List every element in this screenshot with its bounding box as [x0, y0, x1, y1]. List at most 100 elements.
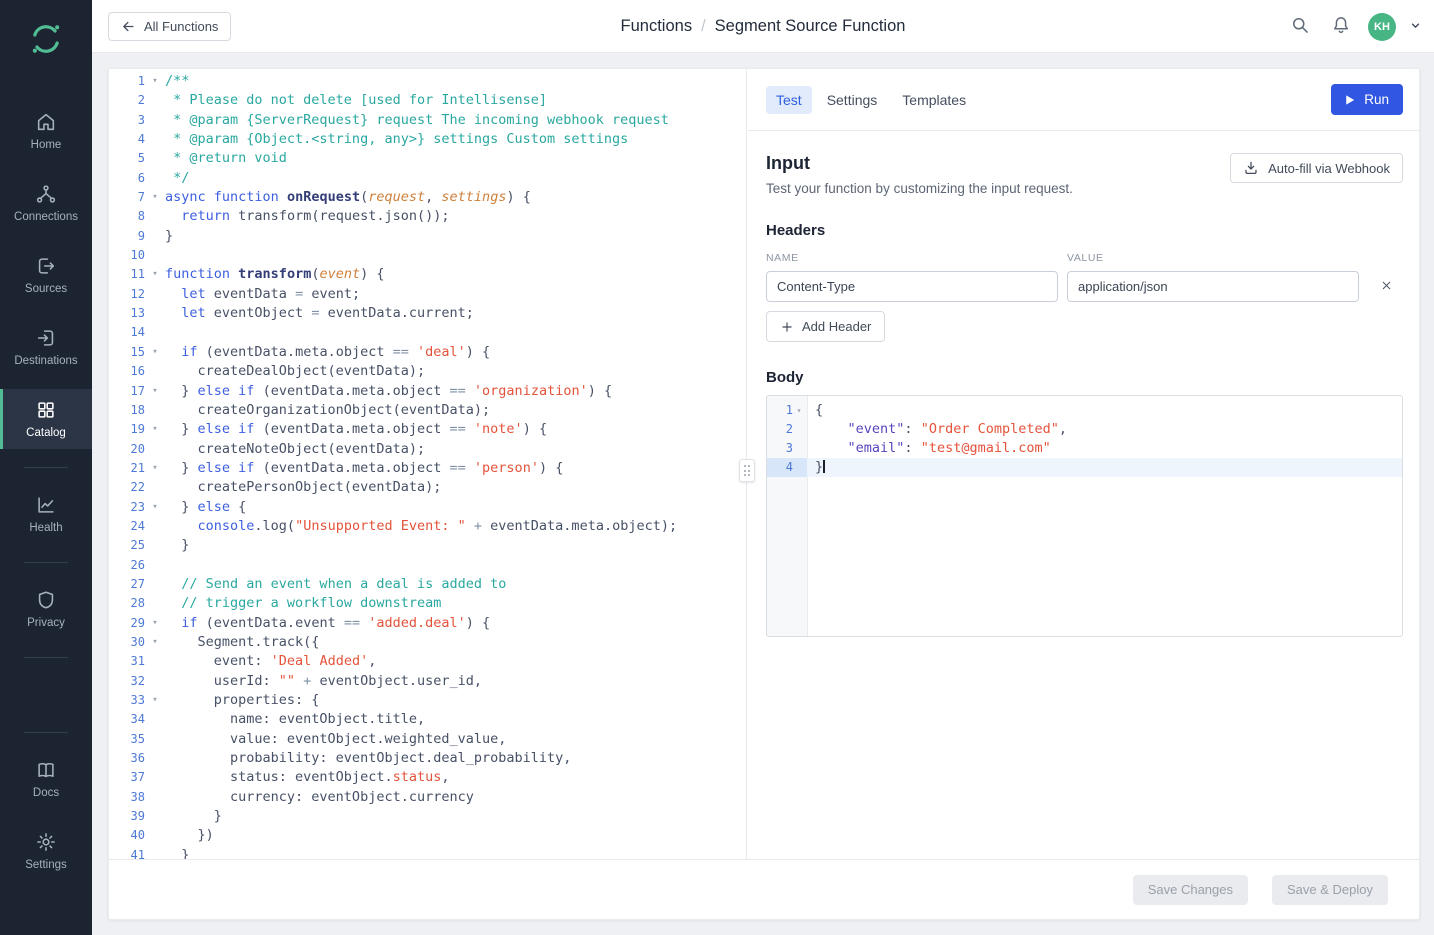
code-line[interactable]: 3 * @param {ServerRequest} request The i… — [109, 111, 746, 130]
header-value-input[interactable] — [1067, 271, 1359, 302]
code-line[interactable]: 29▾ if (eventData.event == 'added.deal')… — [109, 614, 746, 633]
fold-gutter — [145, 169, 165, 188]
code-line[interactable]: 11▾function transform(event) { — [109, 265, 746, 284]
pane-resize-handle[interactable] — [739, 459, 755, 482]
code-line[interactable]: 31 event: 'Deal Added', — [109, 652, 746, 671]
fold-toggle-icon[interactable]: ▾ — [145, 420, 165, 439]
sidebar-item-health[interactable]: Health — [0, 484, 92, 544]
code-line[interactable]: 23▾ } else { — [109, 498, 746, 517]
code-line[interactable]: 28 // trigger a workflow downstream — [109, 594, 746, 613]
breadcrumb-functions[interactable]: Functions — [621, 17, 693, 36]
tab-test[interactable]: Test — [766, 86, 812, 114]
line-number: 10 — [109, 246, 145, 265]
sidebar-item-settings[interactable]: Settings — [0, 821, 92, 881]
fold-toggle-icon[interactable]: ▾ — [145, 382, 165, 401]
fold-toggle-icon[interactable]: ▾ — [145, 72, 165, 91]
line-number: 18 — [109, 401, 145, 420]
save-deploy-button[interactable]: Save & Deploy — [1272, 875, 1388, 905]
fold-toggle-icon[interactable]: ▾ — [145, 265, 165, 284]
header-name-input[interactable] — [766, 271, 1058, 302]
privacy-icon — [35, 589, 57, 611]
code-line[interactable]: 8 return transform(request.json()); — [109, 207, 746, 226]
tab-settings[interactable]: Settings — [817, 86, 888, 114]
save-changes-button[interactable]: Save Changes — [1133, 875, 1248, 905]
line-number: 1 — [767, 401, 793, 420]
code-line[interactable]: 26 — [109, 556, 746, 575]
sidebar-item-docs[interactable]: Docs — [0, 749, 92, 809]
code-line[interactable]: 7▾async function onRequest(request, sett… — [109, 188, 746, 207]
save-bar: Save Changes Save & Deploy — [109, 859, 1419, 919]
code-editor[interactable]: 1▾/**2 * Please do not delete [used for … — [109, 69, 747, 861]
fold-toggle-icon[interactable]: ▾ — [145, 498, 165, 517]
sidebar-item-destinations[interactable]: Destinations — [0, 317, 92, 377]
code-line[interactable]: 37 status: eventObject.status, — [109, 768, 746, 787]
code-line[interactable]: 5 * @return void — [109, 149, 746, 168]
fold-toggle-icon[interactable]: ▾ — [145, 614, 165, 633]
user-menu-button[interactable] — [1409, 19, 1422, 35]
fold-gutter — [145, 401, 165, 420]
search-button[interactable] — [1286, 11, 1314, 42]
sidebar-item-sources[interactable]: Sources — [0, 245, 92, 305]
code-line[interactable]: 20 createNoteObject(eventData); — [109, 440, 746, 459]
code-line[interactable]: 12 let eventData = event; — [109, 285, 746, 304]
code-line[interactable]: 17▾ } else if (eventData.meta.object == … — [109, 382, 746, 401]
autofill-webhook-button[interactable]: Auto-fill via Webhook — [1230, 153, 1403, 183]
code-line[interactable]: 1▾/** — [109, 72, 746, 91]
body-line[interactable]: 3 "email": "test@gmail.com" — [767, 439, 1402, 458]
code-line[interactable]: 34 name: eventObject.title, — [109, 710, 746, 729]
code-line[interactable]: 14 — [109, 323, 746, 342]
code-line[interactable]: 38 currency: eventObject.currency — [109, 788, 746, 807]
code-line[interactable]: 36 probability: eventObject.deal_probabi… — [109, 749, 746, 768]
code-line[interactable]: 13 let eventObject = eventData.current; — [109, 304, 746, 323]
code-line[interactable]: 32 userId: "" + eventObject.user_id, — [109, 672, 746, 691]
body-line[interactable]: 1▾{ — [767, 401, 1402, 420]
line-number: 34 — [109, 710, 145, 729]
sidebar-item-home[interactable]: Home — [0, 101, 92, 161]
code-line[interactable]: 27 // Send an event when a deal is added… — [109, 575, 746, 594]
body-editor[interactable]: 1▾{2 "event": "Order Completed",3 "email… — [766, 395, 1403, 637]
code-line[interactable]: 22 createPersonObject(eventData); — [109, 478, 746, 497]
fold-gutter — [145, 362, 165, 381]
line-number: 15 — [109, 343, 145, 362]
code-line[interactable]: 35 value: eventObject.weighted_value, — [109, 730, 746, 749]
code-line[interactable]: 33▾ properties: { — [109, 691, 746, 710]
code-line[interactable]: 16 createDealObject(eventData); — [109, 362, 746, 381]
autofill-label: Auto-fill via Webhook — [1268, 161, 1390, 176]
run-button[interactable]: Run — [1331, 84, 1403, 115]
fold-toggle-icon[interactable]: ▾ — [145, 633, 165, 652]
code-line[interactable]: 21▾ } else if (eventData.meta.object == … — [109, 459, 746, 478]
fold-toggle-icon[interactable]: ▾ — [145, 188, 165, 207]
sidebar-item-privacy[interactable]: Privacy — [0, 579, 92, 639]
code-line[interactable]: 9} — [109, 227, 746, 246]
sidebar-item-catalog[interactable]: Catalog — [0, 389, 92, 449]
code-line[interactable]: 30▾ Segment.track({ — [109, 633, 746, 652]
code-line[interactable]: 25 } — [109, 536, 746, 555]
avatar[interactable]: KH — [1368, 13, 1396, 41]
sidebar-item-connections[interactable]: Connections — [0, 173, 92, 233]
code-line[interactable]: 2 * Please do not delete [used for Intel… — [109, 91, 746, 110]
segment-logo-icon[interactable] — [29, 22, 63, 61]
tab-templates[interactable]: Templates — [892, 86, 976, 114]
fold-toggle-icon[interactable]: ▾ — [145, 459, 165, 478]
code-line[interactable]: 15▾ if (eventData.meta.object == 'deal')… — [109, 343, 746, 362]
sidebar-item-label: Privacy — [27, 617, 65, 629]
all-functions-button[interactable]: All Functions — [108, 12, 231, 41]
code-line[interactable]: 39 } — [109, 807, 746, 826]
code-line[interactable]: 24 console.log("Unsupported Event: " + e… — [109, 517, 746, 536]
header-actions: KH — [1286, 0, 1422, 53]
code-line[interactable]: 6 */ — [109, 169, 746, 188]
body-line[interactable]: 2 "event": "Order Completed", — [767, 420, 1402, 439]
code-line[interactable]: 19▾ } else if (eventData.meta.object == … — [109, 420, 746, 439]
code-line[interactable]: 4 * @param {Object.<string, any>} settin… — [109, 130, 746, 149]
fold-toggle-icon[interactable]: ▾ — [793, 401, 805, 420]
code-line[interactable]: 40 }) — [109, 826, 746, 845]
add-header-button[interactable]: Add Header — [766, 311, 885, 342]
fold-toggle-icon[interactable]: ▾ — [145, 343, 165, 362]
fold-toggle-icon[interactable]: ▾ — [145, 691, 165, 710]
remove-header-button[interactable] — [1376, 275, 1397, 299]
code-text: function transform(event) { — [165, 265, 746, 284]
code-line[interactable]: 10 — [109, 246, 746, 265]
body-line[interactable]: 4} — [767, 458, 1402, 477]
code-line[interactable]: 18 createOrganizationObject(eventData); — [109, 401, 746, 420]
notifications-button[interactable] — [1327, 11, 1355, 42]
